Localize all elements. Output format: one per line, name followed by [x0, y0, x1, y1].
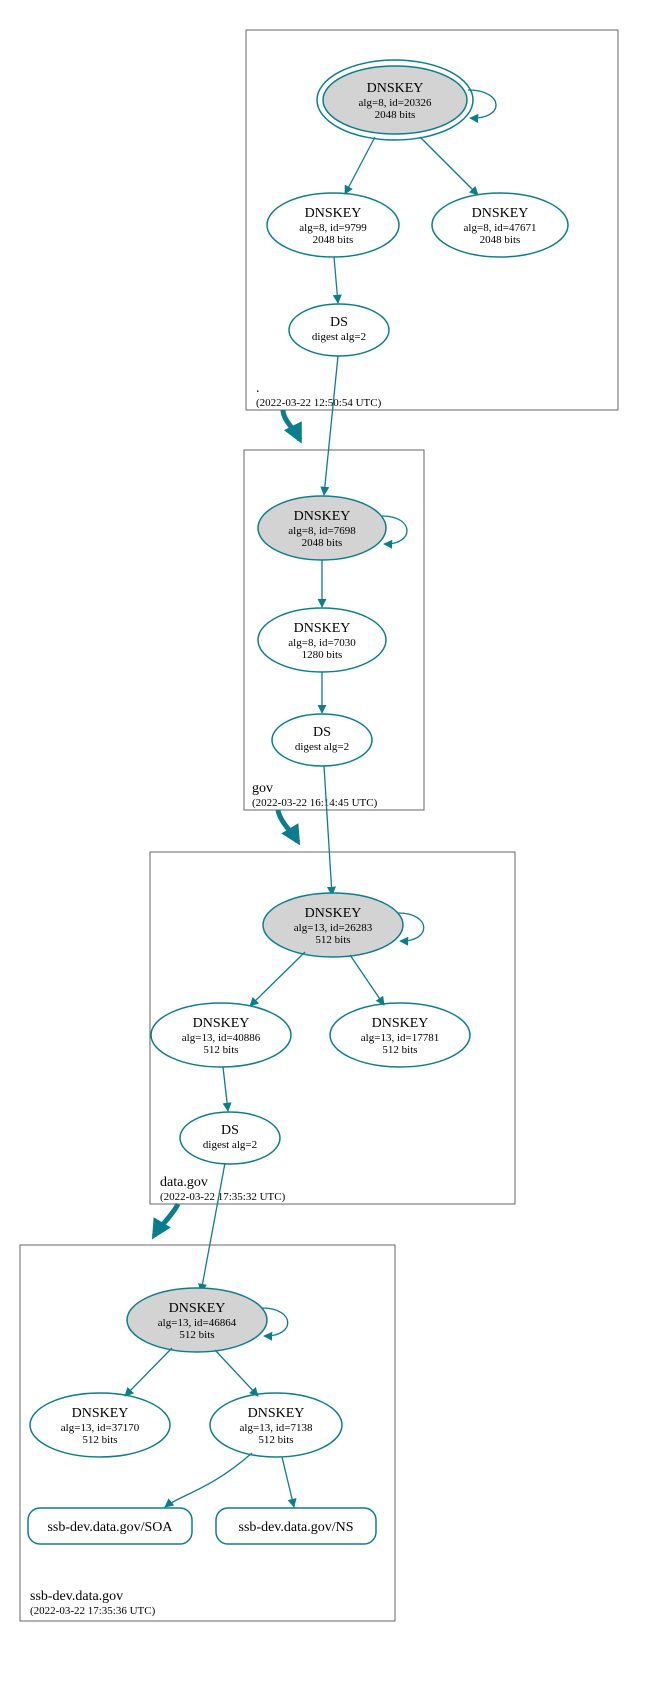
node-dg-ds: DS digest alg=2 — [180, 1112, 280, 1164]
dnssec-diagram: . (2022-03-22 12:50:54 UTC) DNSKEY alg=8… — [0, 0, 647, 1692]
node-sd-ksk: DNSKEY alg=13, id=46864 512 bits — [127, 1288, 267, 1352]
svg-text:DNSKEY: DNSKEY — [294, 509, 351, 524]
svg-text:alg=13, id=26283: alg=13, id=26283 — [294, 922, 373, 934]
node-root-zsk: DNSKEY alg=8, id=9799 2048 bits — [267, 193, 399, 257]
svg-text:digest alg=2: digest alg=2 — [295, 741, 349, 753]
edge-root-ds-gov-ksk — [324, 356, 338, 495]
node-gov-ds: DS digest alg=2 — [272, 714, 372, 766]
svg-text:data.gov: data.gov — [160, 1175, 208, 1190]
node-dg-zsk: DNSKEY alg=13, id=40886 512 bits — [151, 1003, 291, 1067]
svg-text:1280 bits: 1280 bits — [302, 649, 343, 661]
svg-text:ssb-dev.data.gov: ssb-dev.data.gov — [30, 1589, 123, 1604]
svg-text:(2022-03-22 16:14:45 UTC): (2022-03-22 16:14:45 UTC) — [252, 797, 378, 809]
svg-text:DS: DS — [313, 725, 331, 740]
svg-text:alg=13, id=37170: alg=13, id=37170 — [61, 1422, 140, 1434]
node-gov-ksk: DNSKEY alg=8, id=7698 2048 bits — [258, 496, 386, 560]
node-root-extra: DNSKEY alg=8, id=47671 2048 bits — [432, 193, 568, 257]
zone-gov: gov (2022-03-22 16:14:45 UTC) DNSKEY alg… — [244, 450, 424, 810]
svg-text:DNSKEY: DNSKEY — [169, 1301, 226, 1316]
svg-text:ssb-dev.data.gov/SOA: ssb-dev.data.gov/SOA — [47, 1520, 173, 1535]
svg-text:(2022-03-22 17:35:32 UTC): (2022-03-22 17:35:32 UTC) — [160, 1191, 286, 1203]
svg-text:alg=8, id=47671: alg=8, id=47671 — [464, 222, 537, 234]
svg-text:DS: DS — [221, 1123, 239, 1138]
svg-text:DNSKEY: DNSKEY — [193, 1016, 250, 1031]
zone-ssb-dev: ssb-dev.data.gov (2022-03-22 17:35:36 UT… — [20, 1245, 395, 1621]
svg-text:alg=8, id=20326: alg=8, id=20326 — [359, 97, 432, 109]
svg-text:DNSKEY: DNSKEY — [305, 906, 362, 921]
svg-text:DNSKEY: DNSKEY — [367, 81, 424, 96]
svg-text:DNSKEY: DNSKEY — [72, 1406, 129, 1421]
edge-sd-ksk-zsk2 — [215, 1350, 258, 1396]
node-sd-zsk1: DNSKEY alg=13, id=37170 512 bits — [30, 1393, 170, 1457]
svg-text:alg=13, id=46864: alg=13, id=46864 — [158, 1317, 237, 1329]
edge-root-to-gov — [283, 410, 300, 440]
edge-gov-ds-dg-ksk — [324, 766, 332, 895]
zone-root-timestamp: (2022-03-22 12:50:54 UTC) — [256, 397, 382, 409]
svg-text:alg=13, id=40886: alg=13, id=40886 — [182, 1032, 261, 1044]
svg-text:DS: DS — [330, 315, 348, 330]
svg-text:512 bits: 512 bits — [82, 1434, 117, 1446]
edge-root-ksk-zsk — [345, 137, 375, 194]
node-root-ds: DS digest alg=2 — [289, 304, 389, 356]
svg-text:512 bits: 512 bits — [179, 1329, 214, 1341]
svg-text:alg=8, id=9799: alg=8, id=9799 — [299, 222, 367, 234]
svg-text:512 bits: 512 bits — [258, 1434, 293, 1446]
svg-text:2048 bits: 2048 bits — [375, 109, 416, 121]
node-dg-ksk: DNSKEY alg=13, id=26283 512 bits — [263, 893, 403, 957]
svg-text:512 bits: 512 bits — [315, 934, 350, 946]
edge-sd-zsk2-soa — [165, 1453, 252, 1507]
node-sd-soa: ssb-dev.data.gov/SOA — [28, 1508, 192, 1544]
svg-text:DNSKEY: DNSKEY — [372, 1016, 429, 1031]
svg-text:2048 bits: 2048 bits — [302, 537, 343, 549]
svg-text:512 bits: 512 bits — [203, 1044, 238, 1056]
edge-dg-ksk-extra — [350, 955, 384, 1005]
edge-gov-to-datagov — [278, 810, 298, 842]
svg-text:DNSKEY: DNSKEY — [472, 206, 529, 221]
edge-dg-zsk-ds — [223, 1067, 228, 1111]
svg-text:alg=8, id=7030: alg=8, id=7030 — [288, 637, 356, 649]
edge-root-zsk-ds — [334, 257, 338, 303]
edge-sd-zsk2-ns — [282, 1457, 294, 1507]
svg-text:DNSKEY: DNSKEY — [305, 206, 362, 221]
node-dg-extra: DNSKEY alg=13, id=17781 512 bits — [330, 1003, 470, 1067]
zone-root: . (2022-03-22 12:50:54 UTC) DNSKEY alg=8… — [246, 30, 618, 410]
edge-root-ksk-extra — [420, 137, 478, 195]
svg-text:2048 bits: 2048 bits — [313, 234, 354, 246]
svg-text:digest alg=2: digest alg=2 — [203, 1139, 257, 1151]
svg-text:alg=13, id=7138: alg=13, id=7138 — [240, 1422, 313, 1434]
zone-root-label: . — [256, 381, 260, 396]
svg-text:DNSKEY: DNSKEY — [248, 1406, 305, 1421]
edge-sd-ksk-zsk1 — [125, 1348, 172, 1396]
svg-text:DNSKEY: DNSKEY — [294, 621, 351, 636]
svg-text:512 bits: 512 bits — [382, 1044, 417, 1056]
node-sd-ns: ssb-dev.data.gov/NS — [216, 1508, 376, 1544]
svg-text:ssb-dev.data.gov/NS: ssb-dev.data.gov/NS — [239, 1520, 354, 1535]
svg-text:digest alg=2: digest alg=2 — [312, 331, 366, 343]
edge-dg-ksk-zsk — [250, 952, 305, 1006]
node-gov-zsk: DNSKEY alg=8, id=7030 1280 bits — [258, 608, 386, 672]
zone-data-gov: data.gov (2022-03-22 17:35:32 UTC) DNSKE… — [150, 852, 515, 1204]
svg-text:alg=13, id=17781: alg=13, id=17781 — [361, 1032, 439, 1044]
svg-text:alg=8, id=7698: alg=8, id=7698 — [288, 525, 356, 537]
svg-text:2048 bits: 2048 bits — [480, 234, 521, 246]
node-sd-zsk2: DNSKEY alg=13, id=7138 512 bits — [210, 1393, 342, 1457]
edge-dg-to-ssbdev — [154, 1204, 178, 1236]
svg-text:(2022-03-22 17:35:36 UTC): (2022-03-22 17:35:36 UTC) — [30, 1605, 156, 1617]
zone-gov-label: gov — [252, 781, 273, 796]
node-root-ksk: DNSKEY alg=8, id=20326 2048 bits — [317, 60, 473, 140]
